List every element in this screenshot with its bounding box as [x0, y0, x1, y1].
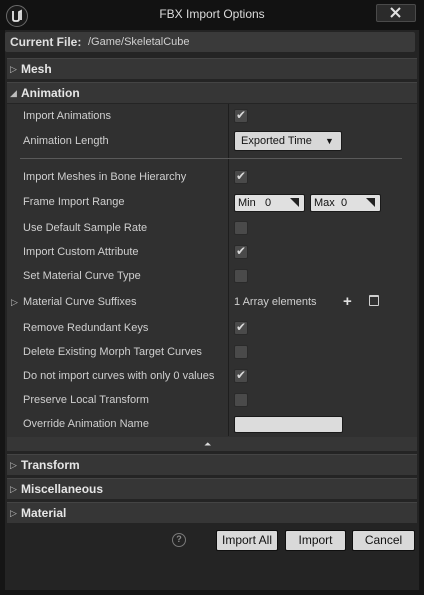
category-animation-label: Animation — [21, 86, 80, 100]
preserve-local-transform-label: Preserve Local Transform — [23, 394, 149, 406]
set-material-curve-type-checkbox[interactable] — [234, 269, 248, 283]
check-icon: ✔ — [236, 169, 247, 183]
drag-grip-icon[interactable] — [290, 198, 299, 207]
drag-grip-icon[interactable] — [366, 198, 375, 207]
collapse-arrow-icon: ◢ — [10, 88, 17, 98]
import-animations-label: Import Animations — [23, 110, 112, 122]
close-button[interactable] — [376, 4, 416, 22]
no-zero-curves-checkbox[interactable]: ✔ — [234, 368, 248, 383]
check-icon: ✔ — [236, 320, 247, 334]
category-mesh[interactable]: ▷ Mesh — [7, 58, 417, 79]
remove-redundant-keys-label: Remove Redundant Keys — [23, 322, 149, 334]
expand-arrow-icon: ▷ — [10, 508, 17, 518]
delete-morph-target-curves-label: Delete Existing Morph Target Curves — [23, 346, 202, 358]
frame-range-max-input[interactable]: Max 0 — [310, 194, 381, 212]
min-label: Min — [238, 197, 256, 209]
collapse-up-icon: ⏶ — [204, 439, 212, 449]
import-custom-attribute-label: Import Custom Attribute — [23, 246, 139, 258]
chevron-down-icon: ▼ — [325, 136, 334, 146]
use-default-sample-rate-label: Use Default Sample Rate — [23, 222, 148, 234]
check-icon: ✔ — [236, 368, 247, 382]
max-label: Max — [314, 197, 335, 209]
frame-range-min-input[interactable]: Min 0 — [234, 194, 305, 212]
category-transform[interactable]: ▷ Transform — [7, 454, 417, 475]
check-icon: ✔ — [236, 108, 247, 122]
plus-icon[interactable]: + — [343, 293, 352, 310]
import-all-button[interactable]: Import All — [216, 530, 278, 551]
category-miscellaneous-label: Miscellaneous — [21, 482, 104, 496]
cancel-button[interactable]: Cancel — [352, 530, 415, 551]
import-meshes-bone-hierarchy-label: Import Meshes in Bone Hierarchy — [23, 171, 187, 183]
category-transform-label: Transform — [21, 458, 80, 472]
advanced-toggle[interactable]: ⏶ — [7, 437, 417, 451]
category-mesh-label: Mesh — [21, 62, 52, 76]
import-meshes-bone-hierarchy-checkbox[interactable]: ✔ — [234, 169, 248, 184]
no-zero-curves-label: Do not import curves with only 0 values — [23, 370, 215, 382]
trash-icon[interactable] — [369, 295, 379, 306]
window-title: FBX Import Options — [159, 7, 265, 21]
check-icon: ✔ — [236, 244, 247, 258]
override-animation-name-label: Override Animation Name — [23, 418, 149, 430]
set-material-curve-type-label: Set Material Curve Type — [23, 270, 141, 282]
expand-arrow-icon[interactable]: ▷ — [11, 297, 18, 308]
remove-redundant-keys-checkbox[interactable]: ✔ — [234, 320, 248, 335]
close-icon — [390, 7, 401, 18]
frame-import-range-label: Frame Import Range — [23, 196, 125, 208]
category-material-label: Material — [21, 506, 67, 520]
expand-arrow-icon: ▷ — [10, 460, 17, 470]
column-splitter[interactable] — [228, 104, 229, 436]
preserve-local-transform-checkbox[interactable] — [234, 393, 248, 407]
current-file-path: /Game/SkeletalCube — [88, 36, 190, 48]
category-miscellaneous[interactable]: ▷ Miscellaneous — [7, 478, 417, 499]
category-material[interactable]: ▷ Material — [7, 502, 417, 523]
current-file-label: Current File: — [10, 35, 82, 49]
array-elements-count: 1 Array elements — [234, 296, 317, 308]
import-button[interactable]: Import — [285, 530, 346, 551]
min-value: 0 — [265, 197, 272, 209]
import-custom-attribute-checkbox[interactable]: ✔ — [234, 244, 248, 259]
max-value: 0 — [341, 197, 348, 209]
animation-length-value: Exported Time — [241, 135, 312, 147]
animation-length-dropdown[interactable]: Exported Time ▼ — [234, 131, 342, 151]
divider — [20, 158, 402, 159]
override-animation-name-input[interactable] — [234, 416, 343, 433]
material-curve-suffixes-label: Material Curve Suffixes — [23, 296, 137, 308]
use-default-sample-rate-checkbox[interactable] — [234, 221, 248, 235]
animation-length-label: Animation Length — [23, 135, 109, 147]
expand-arrow-icon: ▷ — [10, 484, 17, 494]
help-icon[interactable]: ? — [172, 533, 186, 547]
import-animations-checkbox[interactable]: ✔ — [234, 108, 248, 123]
category-animation[interactable]: ◢ Animation — [7, 82, 417, 103]
delete-morph-target-curves-checkbox[interactable] — [234, 345, 248, 359]
expand-arrow-icon: ▷ — [10, 64, 17, 74]
